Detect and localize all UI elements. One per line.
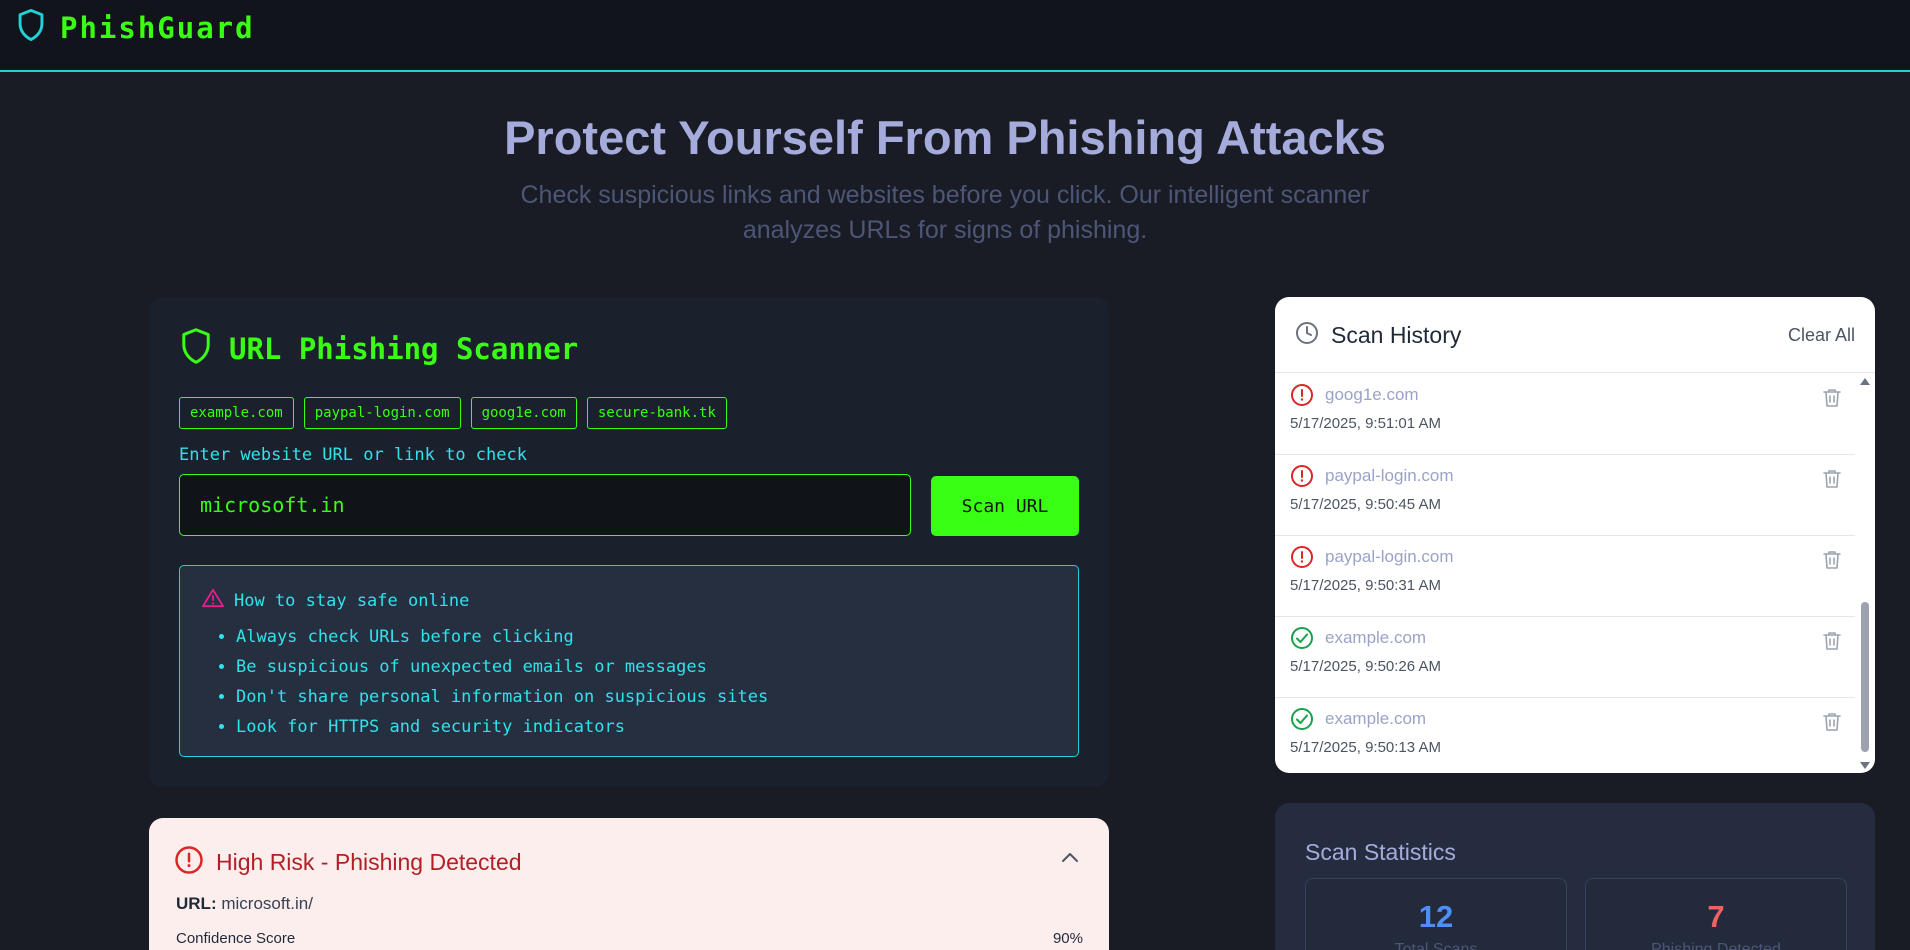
phishing-detected-value: 7	[1707, 899, 1725, 934]
history-item[interactable]: example.com 5/17/2025, 9:50:13 AM	[1275, 698, 1855, 773]
scanner-header: URL Phishing Scanner	[179, 327, 578, 370]
history-domain: paypal-login.com	[1325, 466, 1454, 485]
alert-circle-icon	[1290, 464, 1314, 493]
history-timestamp: 5/17/2025, 9:50:45 AM	[1290, 496, 1441, 513]
warning-triangle-icon	[202, 588, 224, 613]
alert-circle-icon	[1290, 383, 1314, 412]
scroll-down-arrow-icon[interactable]	[1860, 762, 1870, 769]
trash-icon[interactable]	[1823, 550, 1841, 575]
check-circle-icon	[1290, 626, 1314, 655]
result-url-value: microsoft.in/	[221, 894, 313, 913]
check-circle-icon	[1290, 707, 1314, 736]
tip-item: Don't share personal information on susp…	[236, 682, 768, 712]
tip-item: Always check URLs before clicking	[236, 622, 768, 652]
scan-statistics-panel: Scan Statistics 12 Total Scans 7 Phishin…	[1275, 803, 1875, 950]
history-item[interactable]: paypal-login.com 5/17/2025, 9:50:31 AM	[1275, 536, 1855, 617]
safety-tips-panel: How to stay safe online Always check URL…	[179, 565, 1079, 757]
chevron-up-icon[interactable]	[1061, 850, 1079, 868]
phishing-detected-stat: 7 Phishing Detected	[1585, 878, 1847, 950]
example-chip[interactable]: secure-bank.tk	[586, 397, 727, 429]
confidence-label: Confidence Score	[176, 930, 296, 947]
trash-icon[interactable]	[1823, 631, 1841, 656]
history-item[interactable]: example.com 5/17/2025, 9:50:26 AM	[1275, 617, 1855, 698]
example-chip[interactable]: goog1e.com	[470, 397, 577, 429]
history-domain: paypal-login.com	[1325, 547, 1454, 566]
stats-title: Scan Statistics	[1305, 839, 1456, 865]
history-list: goog1e.com 5/17/2025, 9:51:01 AM paypal-…	[1275, 374, 1855, 773]
brand-name: PhishGuard	[60, 10, 255, 45]
url-input[interactable]	[179, 474, 911, 536]
tips-header: How to stay safe online	[202, 588, 469, 613]
history-title: Scan History	[1331, 322, 1462, 348]
example-chip[interactable]: example.com	[179, 397, 294, 429]
trash-icon[interactable]	[1823, 388, 1841, 413]
result-header: High Risk - Phishing Detected	[174, 845, 522, 880]
scan-url-button[interactable]: Scan URL	[931, 476, 1079, 536]
total-scans-value: 12	[1418, 899, 1454, 934]
tips-title: How to stay safe online	[234, 590, 470, 611]
alert-circle-icon	[1290, 545, 1314, 574]
history-domain: goog1e.com	[1325, 385, 1419, 404]
trash-icon[interactable]	[1823, 469, 1841, 494]
scanner-title: URL Phishing Scanner	[229, 331, 579, 366]
phishing-detected-label: Phishing Detected	[1651, 941, 1781, 950]
history-timestamp: 5/17/2025, 9:50:31 AM	[1290, 577, 1441, 594]
shield-icon	[16, 8, 46, 47]
top-navbar: PhishGuard	[0, 0, 1910, 72]
scroll-thumb[interactable]	[1861, 602, 1869, 752]
scan-result-card: High Risk - Phishing Detected URL: micro…	[149, 818, 1109, 950]
alert-circle-icon	[174, 845, 204, 880]
hero-subtitle: Check suspicious links and websites befo…	[520, 181, 1370, 244]
history-timestamp: 5/17/2025, 9:50:26 AM	[1290, 658, 1441, 675]
history-domain: example.com	[1325, 709, 1427, 728]
history-timestamp: 5/17/2025, 9:50:13 AM	[1290, 739, 1441, 756]
scanner-card: URL Phishing Scanner example.com paypal-…	[149, 297, 1109, 787]
result-url: URL: microsoft.in/	[176, 894, 313, 914]
brand[interactable]: PhishGuard	[16, 8, 255, 47]
hero-title: Protect Yourself From Phishing Attacks	[504, 111, 1386, 164]
shield-icon	[179, 327, 213, 370]
history-scrollbar[interactable]	[1857, 374, 1873, 773]
history-header: Scan History Clear All	[1275, 297, 1875, 373]
example-chip[interactable]: paypal-login.com	[303, 397, 461, 429]
history-item[interactable]: goog1e.com 5/17/2025, 9:51:01 AM	[1275, 374, 1855, 455]
history-timestamp: 5/17/2025, 9:51:01 AM	[1290, 415, 1441, 432]
tip-item: Look for HTTPS and security indicators	[236, 712, 768, 742]
url-input-label: Enter website URL or link to check	[179, 445, 527, 465]
history-item[interactable]: paypal-login.com 5/17/2025, 9:50:45 AM	[1275, 455, 1855, 536]
result-title: High Risk - Phishing Detected	[216, 849, 522, 875]
history-title-group: Scan History	[1295, 321, 1461, 350]
total-scans-stat: 12 Total Scans	[1305, 878, 1567, 950]
clock-icon	[1295, 321, 1319, 350]
tip-item: Be suspicious of unexpected emails or me…	[236, 652, 768, 682]
scan-history-panel: Scan History Clear All goog1e.com 5/17/2…	[1275, 297, 1875, 773]
scroll-up-arrow-icon[interactable]	[1860, 378, 1870, 385]
clear-all-button[interactable]: Clear All	[1788, 325, 1855, 346]
result-url-label: URL:	[176, 894, 217, 913]
example-chips: example.com paypal-login.com goog1e.com …	[179, 397, 727, 429]
history-domain: example.com	[1325, 628, 1427, 647]
total-scans-label: Total Scans	[1394, 941, 1478, 950]
trash-icon[interactable]	[1823, 712, 1841, 737]
tips-list: Always check URLs before clicking Be sus…	[236, 622, 768, 742]
confidence-value: 90%	[1052, 930, 1083, 947]
